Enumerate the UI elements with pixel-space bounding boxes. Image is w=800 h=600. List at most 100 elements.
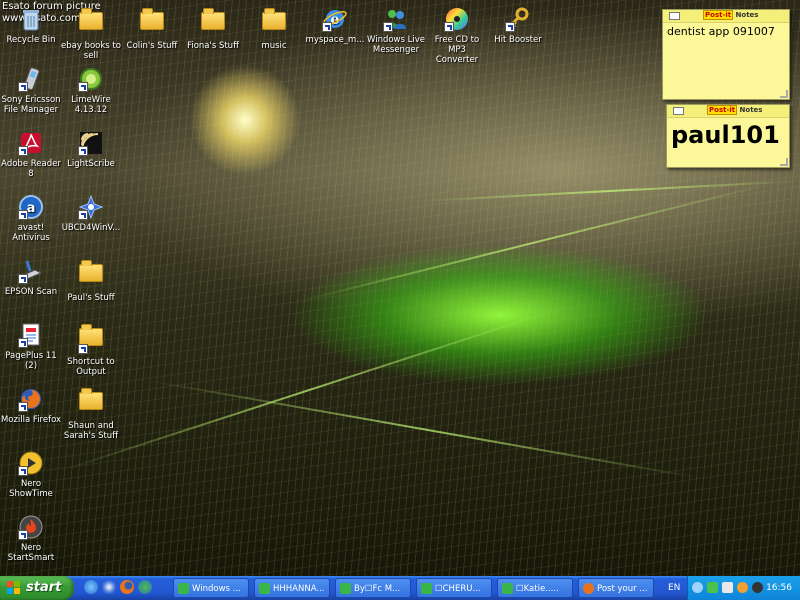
note-menu-button[interactable] bbox=[669, 12, 680, 20]
icon-label: Windows Live Messenger bbox=[366, 35, 425, 55]
icon-label: Nero ShowTime bbox=[9, 479, 53, 499]
wallpaper-streak bbox=[149, 380, 702, 480]
desktop-icon-avast-antivirus[interactable]: a avast! Antivirus bbox=[0, 194, 62, 243]
clock[interactable]: 16:56 bbox=[766, 576, 792, 600]
task-label: Windows ... bbox=[192, 584, 241, 594]
icon-label: EPSON Scan bbox=[4, 287, 58, 297]
taskbar-button[interactable]: ☐CHERU... bbox=[416, 578, 492, 598]
post-it-logo: Post-it bbox=[707, 105, 738, 115]
desktop-icon-nero-showtime[interactable]: Nero ShowTime bbox=[0, 450, 62, 499]
taskbar-button[interactable]: Post your ... bbox=[578, 578, 654, 598]
firefox-icon bbox=[583, 583, 594, 594]
desktop-icon-myspace[interactable]: e myspace_m... bbox=[304, 6, 366, 45]
icon-label: UBCD4WinV... bbox=[61, 223, 121, 233]
desktop-icon-hit-booster[interactable]: Hit Booster bbox=[487, 6, 549, 45]
folder-icon bbox=[78, 8, 104, 38]
icon-label: Nero StartSmart bbox=[7, 543, 55, 563]
internet-explorer-icon: e bbox=[322, 6, 348, 32]
task-label: HHHANNA... bbox=[273, 584, 325, 594]
sticky-note-password[interactable]: Post-it Notes paul101 bbox=[666, 104, 790, 168]
taskbar-button[interactable]: Windows ... bbox=[173, 578, 249, 598]
messenger-icon bbox=[421, 583, 432, 594]
note-header[interactable]: Post-it Notes bbox=[663, 10, 789, 23]
note-text[interactable]: dentist app 091007 bbox=[663, 23, 789, 40]
icon-label: Sony Ericsson File Manager bbox=[1, 95, 61, 115]
avast-icon[interactable] bbox=[737, 582, 748, 593]
taskbar-button[interactable]: By☐Fc M... bbox=[335, 578, 411, 598]
sticky-note-dentist[interactable]: Post-it Notes dentist app 091007 bbox=[662, 9, 790, 100]
taskbar-button[interactable]: ☐Katie..... bbox=[497, 578, 573, 598]
desktop-icon-shaun-and-sarahs-stuff[interactable]: Shaun and Sarah's Stuff bbox=[60, 386, 122, 441]
icon-label: Hit Booster bbox=[494, 35, 542, 45]
avast-icon: a bbox=[18, 194, 44, 220]
desktop-icon-limewire[interactable]: LimeWire 4.13.12 bbox=[60, 66, 122, 115]
task-label: ☐CHERU... bbox=[435, 584, 481, 594]
adobe-reader-icon bbox=[18, 130, 44, 156]
taskbar-button[interactable]: HHHANNA... bbox=[254, 578, 330, 598]
desktop-icon-sony-ericsson-file-manager[interactable]: Sony Ericsson File Manager bbox=[0, 66, 62, 115]
firefox-icon[interactable] bbox=[120, 580, 134, 594]
key-icon bbox=[505, 6, 531, 32]
desktop-icon-colins-stuff[interactable]: Colin's Stuff bbox=[121, 6, 183, 51]
icon-label: Fiona's Stuff bbox=[187, 41, 239, 51]
desktop-icon-pageplus[interactable]: PagePlus 11 (2) bbox=[0, 322, 62, 371]
desktop-icon-adobe-reader[interactable]: Adobe Reader 8 bbox=[0, 130, 62, 179]
post-it-logo: Post-it bbox=[703, 10, 734, 20]
note-menu-button[interactable] bbox=[673, 107, 684, 115]
nero-icon[interactable] bbox=[752, 582, 763, 593]
icon-label: music bbox=[261, 41, 287, 51]
note-title: Post-it Notes bbox=[703, 10, 758, 20]
note-text[interactable]: paul101 bbox=[667, 118, 789, 152]
scanner-icon bbox=[18, 258, 44, 284]
lightscribe-icon bbox=[78, 130, 104, 156]
folder-icon bbox=[78, 324, 104, 354]
desktop[interactable]: Esato forum picture www.esato.com Recycl… bbox=[0, 0, 800, 576]
desktop-icon-epson-scan[interactable]: EPSON Scan bbox=[0, 258, 62, 297]
icon-label: LimeWire 4.13.12 bbox=[71, 95, 111, 115]
network-icon[interactable] bbox=[692, 582, 703, 593]
nero-startsmart-icon bbox=[18, 514, 44, 540]
internet-explorer-icon[interactable] bbox=[84, 580, 98, 594]
desktop-icon-windows-live-messenger[interactable]: Windows Live Messenger bbox=[365, 6, 427, 55]
start-label: start bbox=[26, 580, 62, 595]
language-indicator[interactable]: EN bbox=[668, 576, 684, 600]
desktop-icon-free-cd-to-mp3[interactable]: Free CD to MP3 Converter bbox=[426, 6, 488, 65]
desktop-icon-shortcut-to-output[interactable]: Shortcut to Output bbox=[60, 322, 122, 377]
messenger-icon bbox=[178, 583, 189, 594]
desktop-icon-ubcd4win[interactable]: UBCD4WinV... bbox=[60, 194, 122, 233]
messenger-icon[interactable] bbox=[707, 582, 718, 593]
icon-label: avast! Antivirus bbox=[12, 223, 50, 243]
messenger-icon bbox=[383, 6, 409, 32]
desktop-icon-ebay-books[interactable]: ebay books to sell bbox=[60, 6, 122, 61]
task-label: Post your ... bbox=[597, 584, 648, 594]
desktop-icon-recycle-bin[interactable]: Recycle Bin bbox=[0, 6, 62, 45]
note-header[interactable]: Post-it Notes bbox=[667, 105, 789, 118]
task-label: ☐Katie..... bbox=[516, 584, 559, 594]
icon-label: LightScribe bbox=[67, 159, 115, 169]
desktop-icon-nero-startsmart[interactable]: Nero StartSmart bbox=[0, 514, 62, 563]
media-player-icon[interactable] bbox=[102, 580, 116, 594]
desktop-icon-lightscribe[interactable]: LightScribe bbox=[60, 130, 122, 169]
taskbar: start Windows ... HHHANNA... By☐Fc M... … bbox=[0, 576, 800, 600]
volume-icon[interactable] bbox=[722, 582, 733, 593]
icon-label: PagePlus 11 (2) bbox=[5, 351, 57, 371]
icon-label: Colin's Stuff bbox=[126, 41, 178, 51]
folder-icon bbox=[261, 8, 287, 38]
resize-grip[interactable] bbox=[780, 90, 788, 98]
task-label: By☐Fc M... bbox=[354, 584, 401, 594]
messenger-icon[interactable] bbox=[138, 580, 152, 594]
cd-icon bbox=[444, 6, 470, 32]
resize-grip[interactable] bbox=[780, 158, 788, 166]
folder-icon bbox=[78, 388, 104, 418]
desktop-icon-pauls-stuff[interactable]: Paul's Stuff bbox=[60, 258, 122, 303]
nero-showtime-icon bbox=[18, 450, 44, 476]
windows-flag-icon bbox=[7, 581, 21, 595]
icon-label: Adobe Reader 8 bbox=[1, 159, 61, 179]
recycle-bin-icon bbox=[18, 6, 44, 32]
desktop-icon-mozilla-firefox[interactable]: Mozilla Firefox bbox=[0, 386, 62, 425]
icon-label: ebay books to sell bbox=[61, 41, 121, 61]
desktop-icon-fionas-stuff[interactable]: Fiona's Stuff bbox=[182, 6, 244, 51]
start-button[interactable]: start bbox=[0, 576, 74, 600]
system-tray: 16:56 bbox=[687, 576, 800, 600]
desktop-icon-music[interactable]: music bbox=[243, 6, 305, 51]
